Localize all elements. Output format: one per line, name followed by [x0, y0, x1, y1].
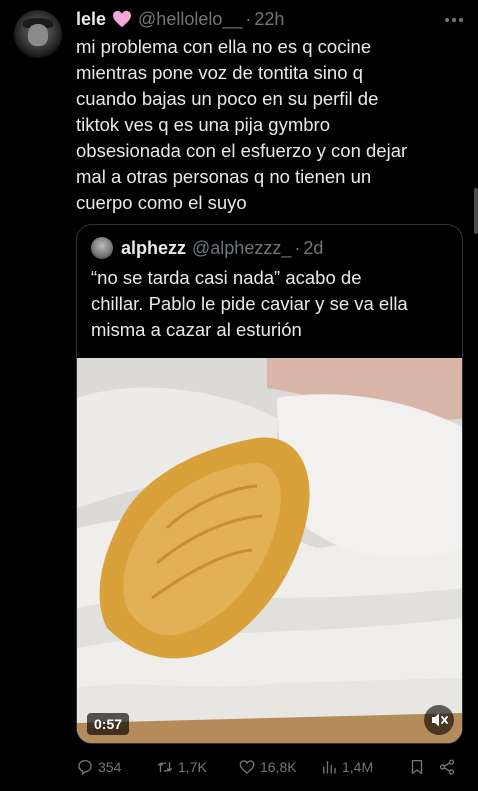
quoted-separator-dot: · [294, 237, 301, 258]
tweet-text: mi problema con ella no es q cocine mien… [76, 36, 408, 213]
heart-emoji-icon [113, 10, 132, 28]
retweet-count: 1,7K [178, 759, 207, 775]
quoted-tweet-timestamp[interactable]: 2d [303, 238, 323, 259]
author-name[interactable]: lele [76, 9, 106, 30]
tweet-timestamp[interactable]: 22h [254, 9, 284, 30]
scrollbar[interactable] [474, 188, 478, 234]
views-button[interactable]: 1,4M [320, 758, 408, 776]
quoted-author-handle[interactable]: @alphezzz_ [192, 238, 291, 259]
quoted-tweet[interactable]: alphezz @alphezzz_ · 2d “no se tarda cas… [76, 224, 463, 744]
retweet-icon [157, 761, 173, 773]
like-button[interactable]: 16,8K [238, 758, 320, 776]
views-icon [323, 761, 336, 774]
views-count: 1,4M [342, 759, 374, 775]
video-duration: 0:57 [87, 713, 130, 735]
mute-icon [432, 713, 448, 727]
mute-button[interactable] [424, 705, 454, 735]
tweet-header: lele @hellolelo__ · 22h [76, 8, 284, 30]
quoted-tweet-text: “no se tarda casi nada” acabo de chillar… [91, 267, 408, 340]
quoted-author-avatar[interactable] [91, 237, 113, 259]
more-icon[interactable] [442, 10, 466, 30]
like-count: 16,8K [260, 759, 297, 775]
like-icon [239, 760, 255, 774]
retweet-button[interactable]: 1,7K [156, 758, 238, 776]
author-avatar[interactable] [14, 10, 62, 58]
avatar-face [28, 24, 48, 46]
share-button[interactable] [438, 758, 462, 776]
share-icon [439, 759, 455, 775]
reply-icon [78, 759, 92, 776]
quoted-tweet-header: alphezz @alphezzz_ · 2d [121, 236, 323, 260]
bookmark-icon [411, 759, 423, 775]
action-bar: 354 1,7K 16,8K 1,4M [76, 755, 466, 779]
bookmark-button[interactable] [408, 758, 438, 776]
author-handle[interactable]: @hellolelo__ [138, 9, 242, 30]
separator-dot: · [245, 8, 252, 29]
quoted-author-name[interactable]: alphezz [121, 238, 186, 259]
reply-button[interactable]: 354 [76, 758, 156, 776]
reply-count: 354 [98, 759, 122, 775]
video-player[interactable]: 0:57 [77, 358, 462, 743]
video-frame [77, 358, 462, 743]
